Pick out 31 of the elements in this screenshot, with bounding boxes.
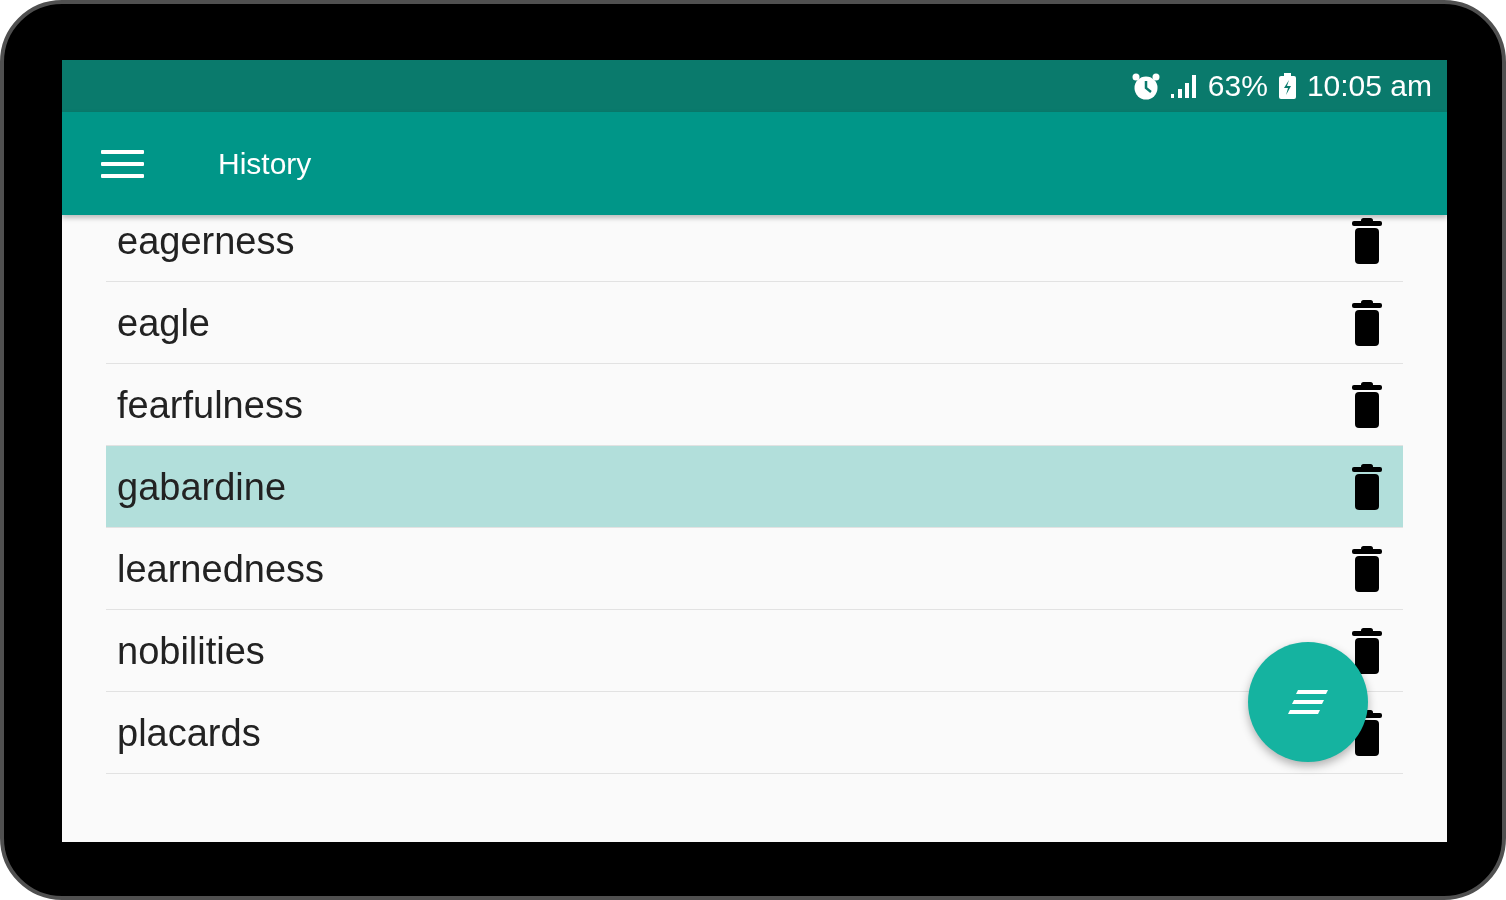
trash-icon — [1352, 463, 1382, 510]
menu-icon — [101, 149, 144, 178]
history-item[interactable]: eagerness — [106, 215, 1403, 282]
battery-charging-icon — [1278, 73, 1296, 99]
history-word: learnedness — [117, 546, 325, 592]
battery-percentage: 63% — [1207, 68, 1268, 104]
trash-icon — [1352, 299, 1382, 346]
status-time: 10:05 am — [1306, 68, 1432, 104]
history-item[interactable]: learnedness — [106, 528, 1403, 610]
delete-button[interactable] — [1352, 217, 1382, 264]
history-word: placards — [117, 710, 261, 756]
notes-icon — [1288, 690, 1328, 714]
trash-icon — [1352, 627, 1382, 674]
history-item[interactable]: eagle — [106, 282, 1403, 364]
trash-icon — [1352, 217, 1382, 264]
delete-button[interactable] — [1352, 381, 1382, 428]
trash-icon — [1352, 545, 1382, 592]
delete-button[interactable] — [1352, 627, 1382, 674]
delete-button[interactable] — [1352, 463, 1382, 510]
history-word: eagle — [117, 300, 210, 346]
history-word: eagerness — [117, 218, 295, 264]
app-title: History — [218, 145, 312, 182]
history-word: fearfulness — [117, 382, 303, 428]
history-word: nobilities — [117, 628, 265, 674]
trash-icon — [1352, 381, 1382, 428]
alarm-clock-icon — [1131, 72, 1160, 100]
history-item[interactable]: gabardine — [106, 446, 1403, 528]
signal-icon — [1170, 74, 1197, 98]
delete-button[interactable] — [1352, 299, 1382, 346]
delete-button[interactable] — [1352, 545, 1382, 592]
history-word: gabardine — [117, 464, 287, 510]
